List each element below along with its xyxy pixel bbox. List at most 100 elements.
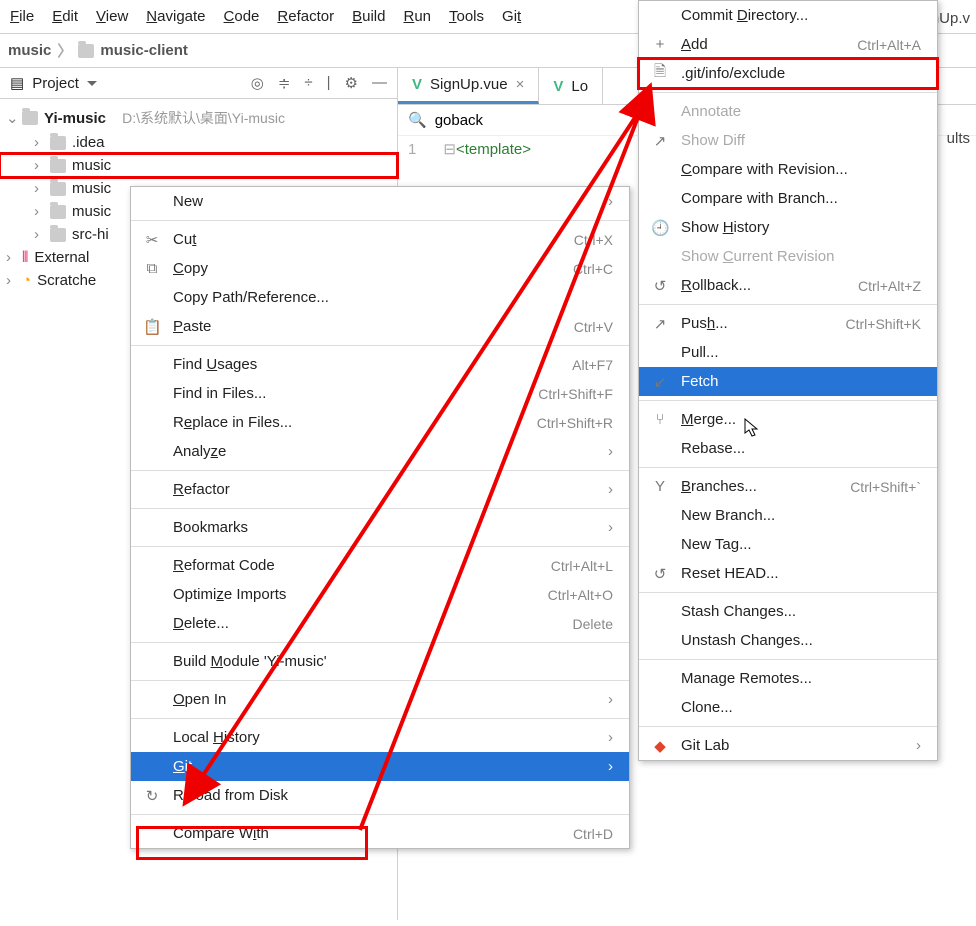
chevron-right-icon[interactable]: › xyxy=(34,226,44,243)
menu-icon: 🗎 xyxy=(651,61,669,86)
collapse-icon[interactable]: ÷ xyxy=(304,74,312,92)
menu-edit[interactable]: Edit xyxy=(52,8,78,25)
menu-item[interactable]: 🗎.git/info/exclude xyxy=(639,59,937,88)
chevron-right-icon: 〉 xyxy=(57,40,72,61)
chevron-right-icon[interactable]: › xyxy=(34,157,44,174)
close-icon[interactable]: × xyxy=(516,76,525,93)
tree-item[interactable]: ›.idea xyxy=(0,131,397,154)
search-icon: 🔍 xyxy=(408,111,427,129)
folder-icon xyxy=(50,205,66,219)
menu-item[interactable]: ↗Push...Ctrl+Shift+K xyxy=(639,309,937,338)
chevron-right-icon[interactable]: › xyxy=(34,203,44,220)
project-toolbar: ▤ Project ◎ ≑ ÷ | ⚙ — xyxy=(0,68,397,99)
chevron-right-icon[interactable]: › xyxy=(6,249,16,266)
chevron-right-icon: › xyxy=(608,481,613,498)
editor-tab[interactable]: VLo xyxy=(539,68,603,104)
menu-item[interactable]: ✂CutCtrl+X xyxy=(131,225,629,254)
menu-item[interactable]: Compare WithCtrl+D xyxy=(131,819,629,848)
menu-item[interactable]: ↙Fetch xyxy=(639,367,937,396)
gear-icon[interactable]: ⚙ xyxy=(345,74,358,92)
menu-icon: ✂ xyxy=(143,231,161,249)
menu-item[interactable]: ◆Git Lab› xyxy=(639,731,937,760)
menu-item[interactable]: Replace in Files...Ctrl+Shift+R xyxy=(131,408,629,437)
menu-item[interactable]: ↺Rollback...Ctrl+Alt+Z xyxy=(639,271,937,300)
menu-item: Show Current Revision xyxy=(639,242,937,271)
menu-icon: ⑂ xyxy=(651,411,669,428)
menu-item[interactable]: Local History› xyxy=(131,723,629,752)
menu-item[interactable]: YBranches...Ctrl+Shift+` xyxy=(639,472,937,501)
menu-item[interactable]: ⧉CopyCtrl+C xyxy=(131,254,629,283)
menu-refactor[interactable]: Refactor xyxy=(277,8,334,25)
menu-item: ↗Show Diff xyxy=(639,126,937,155)
menu-code[interactable]: Code xyxy=(224,8,260,25)
menu-item[interactable]: Rebase... xyxy=(639,434,937,463)
chevron-right-icon[interactable]: › xyxy=(34,180,44,197)
menu-item[interactable]: Unstash Changes... xyxy=(639,626,937,655)
menu-item[interactable]: Analyze› xyxy=(131,437,629,466)
folder-icon xyxy=(22,111,38,125)
menu-item[interactable]: +AddCtrl+Alt+A xyxy=(639,30,937,59)
target-icon[interactable]: ◎ xyxy=(251,74,264,92)
menu-icon: ↗ xyxy=(651,132,669,150)
menu-tools[interactable]: Tools xyxy=(449,8,484,25)
menu-icon: ↺ xyxy=(651,565,669,583)
mouse-cursor xyxy=(744,418,760,438)
menu-item[interactable]: Pull... xyxy=(639,338,937,367)
menu-item[interactable]: Clone... xyxy=(639,693,937,722)
chevron-right-icon: › xyxy=(608,443,613,460)
menu-item[interactable]: Compare with Branch... xyxy=(639,184,937,213)
menu-item[interactable]: ↺Reset HEAD... xyxy=(639,559,937,588)
chevron-right-icon: › xyxy=(608,519,613,536)
menu-item[interactable]: ⑂Merge... xyxy=(639,405,937,434)
menu-icon: ↺ xyxy=(651,277,669,295)
menu-item[interactable]: Compare with Revision... xyxy=(639,155,937,184)
menu-item[interactable]: Open In› xyxy=(131,685,629,714)
menu-item[interactable]: Find in Files...Ctrl+Shift+F xyxy=(131,379,629,408)
truncated-label: ults xyxy=(947,130,970,147)
chevron-right-icon: › xyxy=(916,737,921,754)
tree-item[interactable]: ›music xyxy=(0,154,397,177)
menu-item[interactable]: Find UsagesAlt+F7 xyxy=(131,350,629,379)
divider: | xyxy=(327,74,331,92)
menu-item[interactable]: Commit Directory... xyxy=(639,1,937,30)
chevron-right-icon: › xyxy=(608,691,613,708)
chevron-right-icon: › xyxy=(608,729,613,746)
menu-item[interactable]: Manage Remotes... xyxy=(639,664,937,693)
menu-run[interactable]: Run xyxy=(403,8,431,25)
project-label[interactable]: Project xyxy=(32,75,79,92)
expand-icon[interactable]: ≑ xyxy=(278,74,291,92)
breadcrumb-child[interactable]: music-client xyxy=(100,42,188,59)
menu-item[interactable]: New Branch... xyxy=(639,501,937,530)
menu-item[interactable]: 📋PasteCtrl+V xyxy=(131,312,629,341)
chevron-down-icon[interactable]: ⌄ xyxy=(6,109,16,127)
menu-build[interactable]: Build xyxy=(352,8,385,25)
menu-item[interactable]: Refactor› xyxy=(131,475,629,504)
chevron-right-icon[interactable]: › xyxy=(6,272,16,289)
menu-item[interactable]: Optimize ImportsCtrl+Alt+O xyxy=(131,580,629,609)
menu-view[interactable]: View xyxy=(96,8,128,25)
menu-item[interactable]: Reformat CodeCtrl+Alt+L xyxy=(131,551,629,580)
menu-item[interactable]: Stash Changes... xyxy=(639,597,937,626)
chevron-right-icon[interactable]: › xyxy=(34,134,44,151)
tree-root[interactable]: ⌄ Yi-music D:\系统默认\桌面\Yi-music xyxy=(0,105,397,131)
menu-item[interactable]: Copy Path/Reference... xyxy=(131,283,629,312)
menu-file[interactable]: File xyxy=(10,8,34,25)
menu-item[interactable]: 🕘Show History xyxy=(639,213,937,242)
menu-git[interactable]: Git xyxy=(502,8,521,25)
menu-item[interactable]: ↻Reload from Disk xyxy=(131,781,629,810)
menu-icon: + xyxy=(651,36,669,53)
breadcrumb-root[interactable]: music xyxy=(8,42,51,59)
editor-tab[interactable]: VSignUp.vue× xyxy=(398,68,539,104)
menu-item[interactable]: New Tag... xyxy=(639,530,937,559)
menu-item[interactable]: Delete...Delete xyxy=(131,609,629,638)
menu-icon: 📋 xyxy=(143,318,161,336)
folder-icon xyxy=(78,44,94,58)
dropdown-icon[interactable] xyxy=(87,81,97,91)
hide-icon[interactable]: — xyxy=(372,74,387,92)
menu-item[interactable]: Bookmarks› xyxy=(131,513,629,542)
menu-icon: ↻ xyxy=(143,787,161,805)
menu-item[interactable]: Git› xyxy=(131,752,629,781)
menu-item[interactable]: Build Module 'Yi-music' xyxy=(131,647,629,676)
menu-item[interactable]: New› xyxy=(131,187,629,216)
menu-navigate[interactable]: Navigate xyxy=(146,8,205,25)
